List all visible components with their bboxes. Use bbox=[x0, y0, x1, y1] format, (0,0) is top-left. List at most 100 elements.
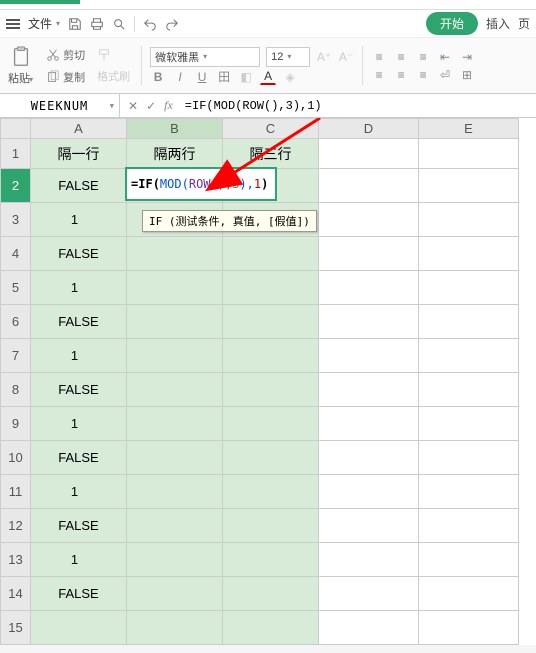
cell-C11[interactable] bbox=[223, 475, 319, 509]
wrap-icon[interactable]: ⏎ bbox=[437, 67, 453, 83]
preview-icon[interactable] bbox=[112, 17, 126, 31]
cell-A1[interactable]: 隔一行 bbox=[31, 139, 127, 169]
cell-D11[interactable] bbox=[319, 475, 419, 509]
merge-icon[interactable]: ⊞ bbox=[459, 67, 475, 83]
cell-A4[interactable]: FALSE bbox=[31, 237, 127, 271]
hamburger-icon[interactable] bbox=[6, 19, 20, 29]
cell-A6[interactable]: FALSE bbox=[31, 305, 127, 339]
bold-icon[interactable]: B bbox=[150, 69, 166, 85]
cell-A7[interactable]: 1 bbox=[31, 339, 127, 373]
cell-C1[interactable]: 隔三行 bbox=[223, 139, 319, 169]
cell-C9[interactable] bbox=[223, 407, 319, 441]
cell-E15[interactable] bbox=[419, 611, 519, 645]
file-menu[interactable]: 文件 bbox=[28, 15, 52, 32]
cell-B1[interactable]: 隔两行 bbox=[127, 139, 223, 169]
insert-menu[interactable]: 插入 bbox=[486, 15, 510, 32]
cell-D6[interactable] bbox=[319, 305, 419, 339]
align-right-icon[interactable]: ≡ bbox=[415, 67, 431, 83]
cell-C15[interactable] bbox=[223, 611, 319, 645]
row-header-1[interactable]: 1 bbox=[1, 139, 31, 169]
cell-E9[interactable] bbox=[419, 407, 519, 441]
cell-D5[interactable] bbox=[319, 271, 419, 305]
cell-B7[interactable] bbox=[127, 339, 223, 373]
cell-C12[interactable] bbox=[223, 509, 319, 543]
cell-A13[interactable]: 1 bbox=[31, 543, 127, 577]
column-header-C[interactable]: C bbox=[223, 119, 319, 139]
redo-icon[interactable] bbox=[165, 17, 179, 31]
indent-right-icon[interactable]: ⇥ bbox=[459, 49, 475, 65]
cell-C10[interactable] bbox=[223, 441, 319, 475]
name-box[interactable]: WEEKNUM bbox=[0, 94, 120, 117]
cell-E6[interactable] bbox=[419, 305, 519, 339]
cell-D4[interactable] bbox=[319, 237, 419, 271]
row-header-7[interactable]: 7 bbox=[1, 339, 31, 373]
cell-D9[interactable] bbox=[319, 407, 419, 441]
cell-E13[interactable] bbox=[419, 543, 519, 577]
cell-A12[interactable]: FALSE bbox=[31, 509, 127, 543]
column-header-E[interactable]: E bbox=[419, 119, 519, 139]
cell-C6[interactable] bbox=[223, 305, 319, 339]
row-header-4[interactable]: 4 bbox=[1, 237, 31, 271]
cell-A15[interactable] bbox=[31, 611, 127, 645]
cell-B11[interactable] bbox=[127, 475, 223, 509]
cell-E11[interactable] bbox=[419, 475, 519, 509]
select-all-corner[interactable] bbox=[1, 119, 31, 139]
cell-A8[interactable]: FALSE bbox=[31, 373, 127, 407]
cell-A11[interactable]: 1 bbox=[31, 475, 127, 509]
cell-D7[interactable] bbox=[319, 339, 419, 373]
cell-C8[interactable] bbox=[223, 373, 319, 407]
cell-D12[interactable] bbox=[319, 509, 419, 543]
indent-left-icon[interactable]: ⇤ bbox=[437, 49, 453, 65]
cell-D8[interactable] bbox=[319, 373, 419, 407]
cell-A5[interactable]: 1 bbox=[31, 271, 127, 305]
row-header-12[interactable]: 12 bbox=[1, 509, 31, 543]
cell-B4[interactable] bbox=[127, 237, 223, 271]
align-left-icon[interactable]: ≡ bbox=[371, 67, 387, 83]
align-bottom-icon[interactable]: ≡ bbox=[415, 49, 431, 65]
start-button[interactable]: 开始 bbox=[426, 12, 478, 35]
cell-E5[interactable] bbox=[419, 271, 519, 305]
spreadsheet-grid[interactable]: ABCDE1隔一行隔两行隔三行2FALSE314FALSE516FALSE718… bbox=[0, 118, 536, 645]
cell-B8[interactable] bbox=[127, 373, 223, 407]
font-name-combo[interactable]: 微软雅黑▾ bbox=[150, 47, 260, 67]
cell-D10[interactable] bbox=[319, 441, 419, 475]
align-top-icon[interactable]: ≡ bbox=[371, 49, 387, 65]
cell-D2[interactable] bbox=[319, 169, 419, 203]
column-header-B[interactable]: B bbox=[127, 119, 223, 139]
row-header-11[interactable]: 11 bbox=[1, 475, 31, 509]
cell-A9[interactable]: 1 bbox=[31, 407, 127, 441]
cell-B10[interactable] bbox=[127, 441, 223, 475]
fx-icon[interactable]: fx bbox=[164, 98, 173, 113]
cell-C2[interactable] bbox=[223, 169, 319, 203]
cell-E14[interactable] bbox=[419, 577, 519, 611]
cell-B13[interactable] bbox=[127, 543, 223, 577]
cancel-icon[interactable]: ✕ bbox=[128, 99, 138, 113]
row-header-9[interactable]: 9 bbox=[1, 407, 31, 441]
cell-C7[interactable] bbox=[223, 339, 319, 373]
cell-C4[interactable] bbox=[223, 237, 319, 271]
confirm-icon[interactable]: ✓ bbox=[146, 99, 156, 113]
column-header-D[interactable]: D bbox=[319, 119, 419, 139]
cell-E4[interactable] bbox=[419, 237, 519, 271]
font-size-combo[interactable]: 12▾ bbox=[266, 47, 310, 67]
row-header-15[interactable]: 15 bbox=[1, 611, 31, 645]
row-header-6[interactable]: 6 bbox=[1, 305, 31, 339]
row-header-10[interactable]: 10 bbox=[1, 441, 31, 475]
print-icon[interactable] bbox=[90, 17, 104, 31]
undo-icon[interactable] bbox=[143, 17, 157, 31]
cell-B9[interactable] bbox=[127, 407, 223, 441]
cell-E1[interactable] bbox=[419, 139, 519, 169]
save-icon[interactable] bbox=[68, 17, 82, 31]
cell-B2[interactable] bbox=[127, 169, 223, 203]
cell-A10[interactable]: FALSE bbox=[31, 441, 127, 475]
italic-icon[interactable]: I bbox=[172, 69, 188, 85]
font-color-icon[interactable]: A bbox=[260, 69, 276, 85]
cell-A3[interactable]: 1 bbox=[31, 203, 127, 237]
align-center-icon[interactable]: ≡ bbox=[393, 67, 409, 83]
copy-button[interactable]: 复制 bbox=[43, 67, 88, 87]
cell-E3[interactable] bbox=[419, 203, 519, 237]
more-menu[interactable]: 页 bbox=[518, 15, 530, 32]
cell-B15[interactable] bbox=[127, 611, 223, 645]
cell-E2[interactable] bbox=[419, 169, 519, 203]
formula-input[interactable]: =IF(MOD(ROW(),3),1) bbox=[181, 99, 536, 113]
